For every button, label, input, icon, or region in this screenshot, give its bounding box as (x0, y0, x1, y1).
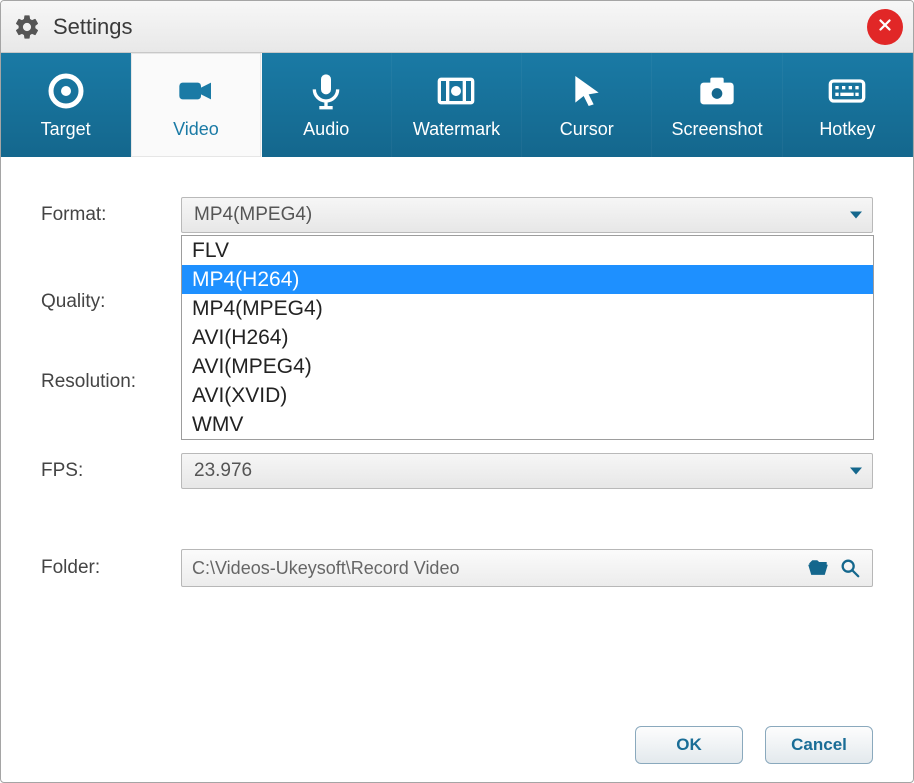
settings-panel: Format: MP4(MPEG4) FLV MP4(H264) MP4(MPE… (1, 157, 913, 718)
open-folder-icon[interactable] (806, 556, 830, 580)
format-option[interactable]: MP4(MPEG4) (182, 294, 873, 323)
ok-button[interactable]: OK (635, 726, 743, 764)
tab-screenshot[interactable]: Screenshot (652, 53, 782, 157)
format-label: Format: (41, 204, 181, 226)
cursor-icon (565, 71, 609, 111)
dialog-buttons: OK Cancel (1, 718, 913, 782)
tab-label: Cursor (560, 119, 614, 140)
quality-label: Quality: (41, 291, 181, 313)
tab-bar: Target Video Audio Watermark Cursor (1, 53, 913, 157)
close-icon (876, 16, 894, 39)
format-option[interactable]: AVI(MPEG4) (182, 352, 873, 381)
gear-icon (13, 13, 41, 41)
folder-field[interactable]: C:\Videos-Ukeysoft\Record Video (181, 549, 873, 587)
settings-window: Settings Target Video Audio (0, 0, 914, 783)
tab-label: Video (173, 119, 219, 140)
folder-row: Folder: C:\Videos-Ukeysoft\Record Video (41, 549, 873, 587)
fps-label: FPS: (41, 460, 181, 482)
video-camera-icon (174, 71, 218, 111)
folder-path: C:\Videos-Ukeysoft\Record Video (192, 558, 798, 579)
window-title: Settings (53, 14, 133, 40)
microphone-icon (304, 71, 348, 111)
browse-icon[interactable] (838, 556, 862, 580)
format-value: MP4(MPEG4) (194, 204, 312, 226)
format-option[interactable]: AVI(XVID) (182, 381, 873, 410)
fps-row: FPS: 23.976 (41, 453, 873, 489)
titlebar: Settings (1, 1, 913, 53)
format-row: Format: MP4(MPEG4) (41, 197, 873, 233)
folder-label: Folder: (41, 557, 181, 579)
format-option[interactable]: FLV (182, 236, 873, 265)
tab-target[interactable]: Target (1, 53, 131, 157)
cancel-button[interactable]: Cancel (765, 726, 873, 764)
tab-label: Target (41, 119, 91, 140)
tab-label: Screenshot (672, 119, 763, 140)
format-option[interactable]: AVI(H264) (182, 323, 873, 352)
watermark-icon (434, 71, 478, 111)
tab-cursor[interactable]: Cursor (522, 53, 652, 157)
target-icon (44, 71, 88, 111)
keyboard-icon (825, 71, 869, 111)
format-dropdown-list[interactable]: FLV MP4(H264) MP4(MPEG4) AVI(H264) AVI(M… (181, 235, 874, 440)
tab-watermark[interactable]: Watermark (392, 53, 522, 157)
format-select[interactable]: MP4(MPEG4) (181, 197, 873, 233)
tab-video[interactable]: Video (131, 53, 261, 157)
tab-hotkey[interactable]: Hotkey (783, 53, 913, 157)
format-option[interactable]: WMV (182, 410, 873, 439)
tab-label: Audio (303, 119, 349, 140)
resolution-label: Resolution: (41, 371, 181, 393)
tab-audio[interactable]: Audio (262, 53, 392, 157)
chevron-down-icon (850, 468, 862, 475)
close-button[interactable] (867, 9, 903, 45)
fps-select[interactable]: 23.976 (181, 453, 873, 489)
tab-label: Watermark (413, 119, 500, 140)
fps-value: 23.976 (194, 460, 252, 482)
camera-icon (695, 71, 739, 111)
chevron-down-icon (850, 212, 862, 219)
format-option[interactable]: MP4(H264) (182, 265, 873, 294)
tab-label: Hotkey (819, 119, 875, 140)
